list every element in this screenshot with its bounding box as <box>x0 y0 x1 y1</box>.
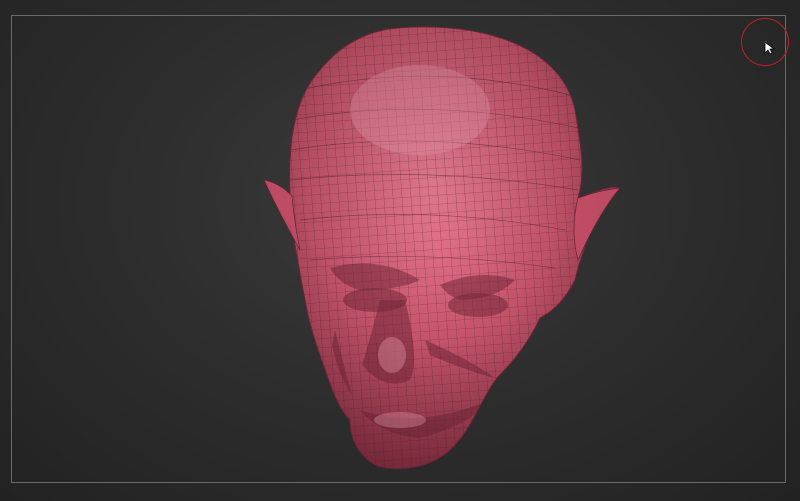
viewport-frame <box>11 15 786 483</box>
3d-viewport[interactable] <box>0 0 800 501</box>
arrow-pointer-icon <box>764 41 776 55</box>
